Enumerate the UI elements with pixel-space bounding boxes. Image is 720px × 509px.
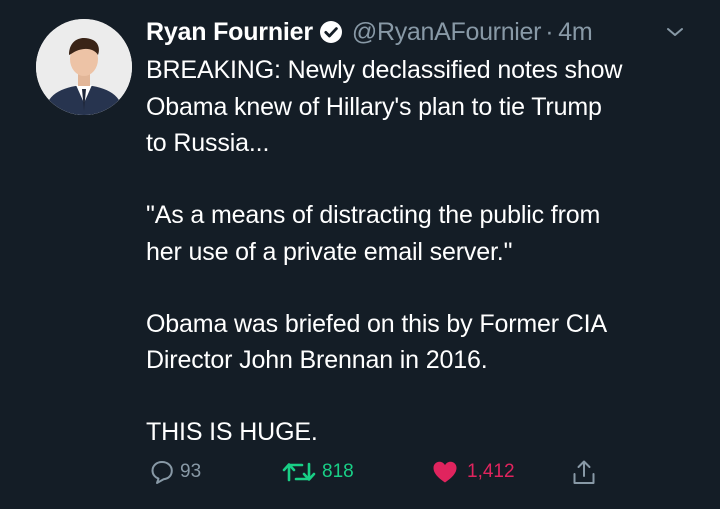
retweet-button[interactable]: 818 (281, 456, 354, 488)
tweet-actions: 93 818 1,412 (148, 456, 708, 488)
verified-badge-icon (319, 20, 343, 44)
share-icon (573, 460, 595, 484)
share-button[interactable] (570, 456, 598, 488)
retweet-count: 818 (322, 461, 354, 482)
tweet-paragraph: BREAKING: Newly declassified notes show … (146, 56, 623, 157)
retweet-icon (282, 462, 316, 482)
time-separator: · (545, 17, 554, 46)
reply-count: 93 (180, 461, 202, 482)
timestamp[interactable]: 4m (558, 18, 592, 47)
tweet-paragraph: THIS IS HUGE. (146, 418, 318, 446)
chevron-down-icon[interactable] (664, 24, 686, 40)
tweet-header: Ryan Fournier @RyanAFournier · 4m (146, 16, 593, 48)
display-name[interactable]: Ryan Fournier (146, 18, 313, 47)
tweet-card: Ryan Fournier @RyanAFournier · 4m BREAKI… (0, 0, 720, 509)
reply-icon (151, 461, 173, 484)
avatar[interactable] (36, 19, 132, 115)
tweet-text: BREAKING: Newly declassified notes show … (146, 52, 706, 451)
tweet-paragraph: "As a means of distracting the public fr… (146, 201, 601, 266)
like-count: 1,412 (467, 461, 515, 482)
like-button[interactable]: 1,412 (431, 456, 515, 488)
user-handle[interactable]: @RyanAFournier (352, 18, 542, 47)
reply-button[interactable]: 93 (148, 456, 201, 488)
heart-icon (433, 461, 457, 483)
avatar-photo (36, 19, 132, 115)
tweet-paragraph: Obama was briefed on this by Former CIA … (146, 309, 607, 375)
